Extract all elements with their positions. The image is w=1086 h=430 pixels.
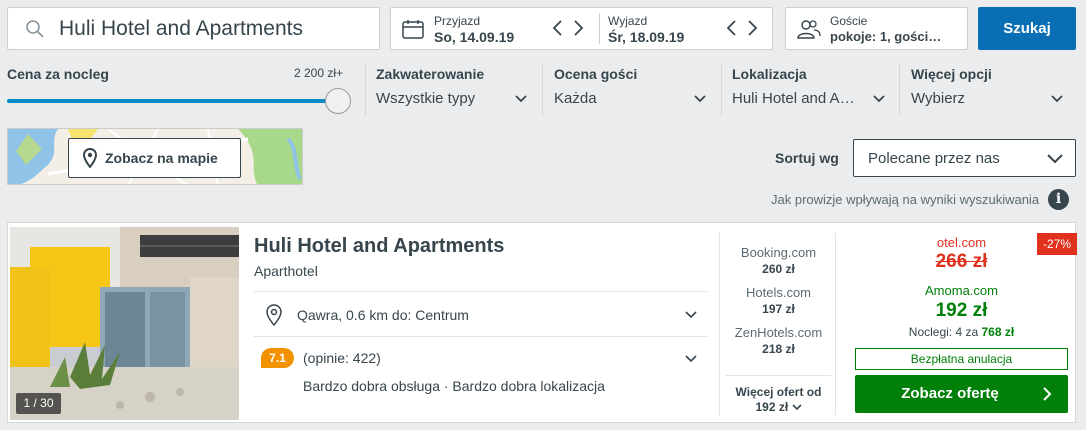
hotel-photo-image (10, 227, 239, 420)
info-icon[interactable]: i (1048, 189, 1069, 210)
chevron-down-icon[interactable] (515, 94, 527, 104)
best-deal-panel: -27% otel.com 266 zł Amoma.com 192 zł No… (846, 223, 1077, 424)
deal-price: 192 zł (935, 300, 988, 321)
location-pin-icon (266, 304, 282, 326)
stay-type-select[interactable]: Wszystkie typy (376, 90, 475, 107)
more-options-select[interactable]: Wybierz (911, 90, 965, 107)
more-offers-price: 192 zł (720, 400, 837, 415)
hotel-name[interactable]: Huli Hotel and Apartments (254, 235, 504, 258)
filter-divider (899, 64, 900, 116)
guests-icon (797, 20, 821, 39)
filter-divider (365, 64, 366, 116)
provider-offer[interactable]: Hotels.com 197 zł (720, 285, 837, 316)
guest-rating-select[interactable]: Każda (554, 90, 597, 107)
checkin-label: Przyjazd (434, 14, 481, 28)
view-offer-label: Zobacz ofertę (901, 385, 999, 402)
chevron-down-icon[interactable] (694, 94, 706, 104)
search-button[interactable]: Szukaj (978, 7, 1076, 50)
photo-counter: 1 / 30 (16, 393, 61, 414)
calendar-icon (402, 20, 424, 39)
stay-type-label: Zakwaterowanie (376, 66, 485, 82)
chevron-down-icon[interactable] (873, 94, 885, 104)
view-offer-button[interactable]: Zobacz ofertę (855, 375, 1068, 413)
deal-source: Amoma.com (925, 283, 998, 298)
old-price-source: otel.com (936, 235, 987, 250)
checkout-label: Wyjazd (608, 14, 648, 28)
chevron-down-icon (1047, 154, 1063, 164)
provider-offer[interactable]: ZenHotels.com 218 zł (720, 325, 837, 356)
provider-offer[interactable]: Booking.com 260 zł (720, 245, 837, 276)
sort-value: Polecane przez nas (868, 150, 1000, 167)
more-offers-button[interactable]: Więcej ofert od 192 zł (720, 385, 837, 415)
location-label: Lokalizacja (732, 66, 807, 82)
checkout-value: Śr, 18.09.19 (608, 29, 685, 45)
hotel-type: Aparthotel (254, 263, 318, 279)
old-price: 266 zł (935, 251, 988, 272)
filter-divider (542, 64, 543, 116)
commission-note-link[interactable]: Jak prowizje wpływają na wyniki wyszukiw… (771, 192, 1039, 207)
chevron-down-icon[interactable] (1051, 94, 1063, 104)
chevron-down-icon[interactable] (685, 311, 697, 319)
provider-prices: Booking.com 260 zł Hotels.com 197 zł Zen… (719, 233, 836, 415)
rating-highlights: Bardzo dobra obsługa · Bardzo dobra loka… (303, 378, 605, 394)
sort-label: Sortuj wg (775, 150, 839, 166)
provider-name: ZenHotels.com (734, 325, 823, 340)
chevron-down-icon (791, 404, 802, 411)
provider-name: Booking.com (740, 245, 817, 260)
more-offers-label: Więcej ofert od (735, 385, 822, 399)
chevron-right-icon (1043, 387, 1052, 401)
hotel-result-card[interactable]: 1 / 30 Huli Hotel and Apartments Apartho… (7, 222, 1077, 424)
chevron-down-icon[interactable] (685, 355, 697, 363)
price-filter-label: Cena za nocleg (7, 66, 109, 82)
free-cancellation-badge: Bezpłatna anulacja (855, 348, 1068, 370)
destination-value: Huli Hotel and Apartments (59, 16, 303, 40)
location-select[interactable]: Huli Hotel and A… (732, 90, 855, 107)
price-max-value: 2 200 zł+ (294, 66, 344, 80)
search-header: Huli Hotel and Apartments Przyjazd So, 1… (0, 0, 1086, 124)
date-picker[interactable]: Przyjazd So, 14.09.19 Wyjazd Śr, 18.09.1… (390, 7, 773, 50)
map-pin-icon (83, 148, 97, 168)
checkout-next-icon[interactable] (745, 19, 759, 37)
provider-price: 197 zł (762, 302, 795, 316)
nights-total: Noclegi: 4 za 768 zł (908, 325, 1015, 339)
checkin-prev-icon[interactable] (551, 19, 565, 37)
checkout-prev-icon[interactable] (725, 19, 739, 37)
show-map-button[interactable]: Zobacz na mapie (68, 138, 241, 178)
guests-selector[interactable]: Goście pokoje: 1, gości… (785, 7, 968, 50)
guest-rating-label: Ocena gości (554, 66, 638, 82)
destination-input[interactable]: Huli Hotel and Apartments (7, 7, 380, 50)
divider (254, 291, 707, 292)
filter-divider (721, 64, 722, 116)
provider-price: 260 zł (762, 262, 795, 276)
sort-select[interactable]: Polecane przez nas (853, 139, 1076, 177)
price-slider-handle[interactable] (325, 88, 351, 114)
hotel-photo[interactable]: 1 / 30 (10, 227, 239, 420)
divider (726, 375, 831, 376)
date-divider (599, 13, 600, 44)
more-options-label: Więcej opcji (911, 66, 992, 82)
checkin-next-icon[interactable] (571, 19, 585, 37)
checkin-value: So, 14.09.19 (434, 29, 515, 45)
divider (254, 336, 707, 337)
provider-name: Hotels.com (745, 285, 812, 300)
guests-value: pokoje: 1, gości… (830, 29, 942, 44)
search-icon (26, 19, 44, 38)
price-slider-track[interactable] (7, 99, 337, 103)
show-map-label: Zobacz na mapie (105, 150, 218, 166)
review-count: (opinie: 422) (303, 350, 381, 366)
provider-price: 218 zł (762, 342, 795, 356)
guests-label: Goście (830, 14, 868, 28)
rating-badge: 7.1 (261, 348, 294, 368)
hotel-location: Qawra, 0.6 km do: Centrum (297, 307, 469, 323)
